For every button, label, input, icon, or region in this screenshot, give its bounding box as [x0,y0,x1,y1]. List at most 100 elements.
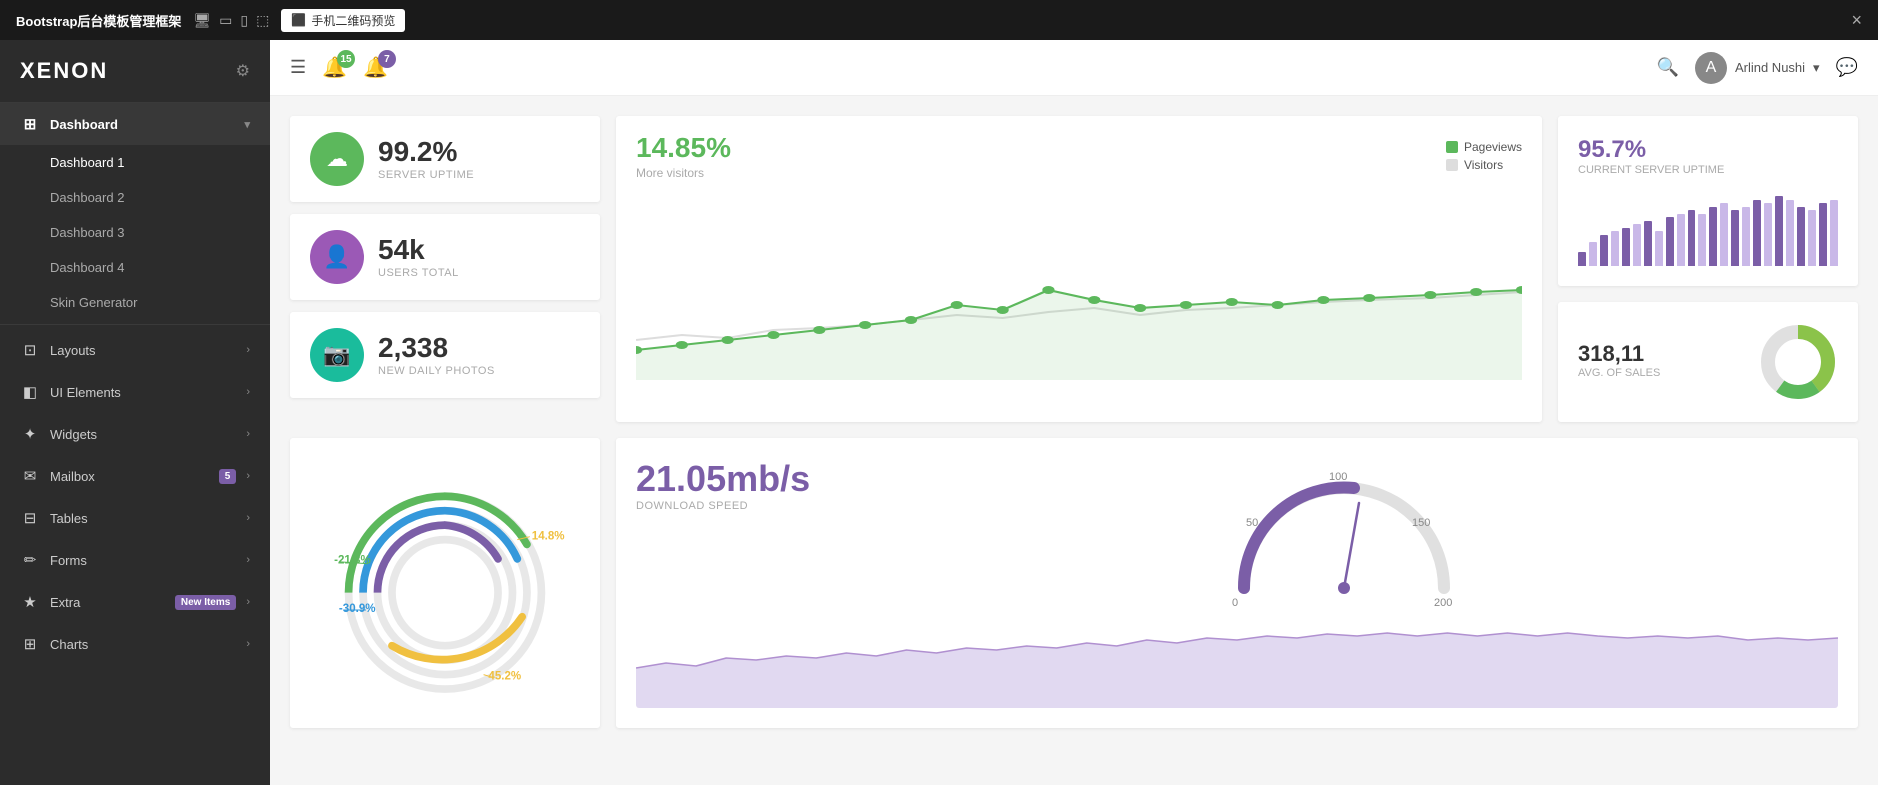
search-button[interactable]: 🔍 [1657,57,1679,78]
layouts-arrow: › [246,344,250,356]
bar-item [1677,214,1685,267]
sidebar-item-dashboard2[interactable]: Dashboard 2 [0,180,270,215]
sidebar-item-tables[interactable]: ⊟ Tables › [0,497,270,539]
sidebar-item-mailbox[interactable]: ✉ Mailbox 5 › [0,455,270,497]
chart-percent: 14.85% [636,132,731,164]
gauge-area: 0 50 100 150 200 [850,458,1838,618]
bar-item [1655,231,1663,266]
gear-icon[interactable]: ⚙ [236,61,250,81]
download-label: DOWNLOAD SPEED [636,500,810,512]
mailbox-icon: ✉ [20,467,40,485]
extra-label: Extra [50,595,165,610]
ring-chart-svg: 14.8% -21.3% -30.9% 45.2% [310,463,580,703]
desktop-icon[interactable]: ⬚ [256,12,269,29]
layouts-icon: ⊡ [20,341,40,359]
sidebar-item-forms[interactable]: ✏ Forms › [0,539,270,581]
avg-sales-card: 318,11 AVG. OF SALES [1558,302,1858,422]
users-value: 54k [378,236,459,264]
gauge-svg: 0 50 100 150 200 [1224,458,1464,618]
bar-item [1622,228,1630,267]
monitor-icon[interactable]: 🖥 [193,12,211,29]
sales-info: 318,11 AVG. OF SALES [1578,341,1660,383]
topbar-device-icons: 🖥 ▭ ▯ ⬚ [193,12,269,29]
photos-value: 2,338 [378,334,495,362]
extra-icon: ★ [20,593,40,611]
visitors-dot [1446,159,1458,171]
uptime-bar-chart [1578,186,1838,266]
close-button[interactable]: × [1851,10,1862,31]
chart-legend: Pageviews Visitors [1446,140,1522,172]
svg-text:100: 100 [1329,471,1347,483]
dashboard-arrow: ▾ [244,118,250,131]
pageviews-dot [1446,141,1458,153]
widgets-icon: ✦ [20,425,40,443]
stat-card-photos: 📷 2,338 NEW DAILY PHOTOS [290,312,600,398]
svg-text:150: 150 [1412,517,1430,529]
ring-chart-card: 14.8% -21.3% -30.9% 45.2% [290,438,600,728]
notification-bell2[interactable]: 🔔 7 [363,55,388,80]
topbar-title: Bootstrap后台模板管理框架 [16,11,181,30]
charts-icon: ⊞ [20,635,40,653]
mobile-icon[interactable]: ▯ [240,12,248,29]
photos-icon: 📷 [310,328,364,382]
sidebar-item-dashboard[interactable]: ⊞ Dashboard ▾ [0,103,270,145]
tablet-icon[interactable]: ▭ [219,12,232,29]
mailbox-arrow: › [246,470,250,482]
sidebar-logo: XENON ⚙ [0,40,270,103]
chat-button[interactable]: 💬 [1836,57,1858,78]
mailbox-badge: 5 [219,469,237,484]
bar-item [1600,235,1608,267]
header: ☰ 🔔 15 🔔 7 🔍 A Arlind Nushi ▾ 💬 [270,40,1878,96]
line-chart-svg [636,190,1522,380]
sidebar-item-charts[interactable]: ⊞ Charts › [0,623,270,665]
dashboard2-label: Dashboard 2 [50,190,124,205]
svg-text:0: 0 [1232,597,1238,609]
bar-item [1589,242,1597,267]
sidebar-item-ui-elements[interactable]: ◧ UI Elements › [0,371,270,413]
widgets-label: Widgets [50,427,236,442]
sales-label: AVG. OF SALES [1578,367,1660,379]
uptime-icon: ☁ [310,132,364,186]
row2: 14.8% -21.3% -30.9% 45.2% [290,438,1858,728]
uptime-value: 99.2% [378,138,474,166]
tables-label: Tables [50,511,236,526]
qr-preview-button[interactable]: ⬛ 手机二维码预览 [281,9,405,32]
sidebar-item-dashboard3[interactable]: Dashboard 3 [0,215,270,250]
sidebar-item-layouts[interactable]: ⊡ Layouts › [0,329,270,371]
topbar: Bootstrap后台模板管理框架 🖥 ▭ ▯ ⬚ ⬛ 手机二维码预览 × [0,0,1878,40]
sidebar-item-widgets[interactable]: ✦ Widgets › [0,413,270,455]
users-info: 54k USERS TOTAL [378,236,459,279]
extra-badge: New Items [175,595,236,610]
user-menu[interactable]: A Arlind Nushi ▾ [1695,52,1820,84]
download-content: 21.05mb/s DOWNLOAD SPEED [636,458,1838,618]
qr-icon: ⬛ [291,13,306,27]
bar-item [1753,200,1761,267]
content-area: ☁ 99.2% SERVER UPTIME 👤 54k USERS TOTAL [270,96,1878,785]
notification-bell1[interactable]: 🔔 15 [322,55,347,80]
wave-svg [636,628,1838,708]
users-label: USERS TOTAL [378,267,459,279]
bar-item [1797,207,1805,267]
bar-item [1578,252,1586,266]
chart-stats: 14.85% More visitors [636,132,731,180]
server-uptime-value: 95.7% [1578,136,1838,164]
svg-text:45.2%: 45.2% [488,670,521,682]
sidebar-item-dashboard4[interactable]: Dashboard 4 [0,250,270,285]
row1: ☁ 99.2% SERVER UPTIME 👤 54k USERS TOTAL [290,116,1858,422]
chart-subtitle: More visitors [636,166,731,180]
ui-elements-label: UI Elements [50,385,236,400]
chart-header: 14.85% More visitors Pageviews Visitors [636,132,1522,180]
visitors-label: Visitors [1464,158,1503,172]
sidebar-item-dashboard1[interactable]: Dashboard 1 [0,145,270,180]
uptime-info: 99.2% SERVER UPTIME [378,138,474,181]
bar-item [1666,217,1674,266]
bar-item [1688,210,1696,266]
sidebar-item-skin-generator[interactable]: Skin Generator [0,285,270,320]
sidebar-item-extra[interactable]: ★ Extra New Items › [0,581,270,623]
ui-elements-arrow: › [246,386,250,398]
server-uptime-label: CURRENT SERVER UPTIME [1578,164,1838,176]
line-chart-card: 14.85% More visitors Pageviews Visitors [616,116,1542,422]
menu-toggle-button[interactable]: ☰ [290,57,306,78]
wave-chart [636,628,1838,708]
user-dropdown-icon: ▾ [1813,60,1820,76]
